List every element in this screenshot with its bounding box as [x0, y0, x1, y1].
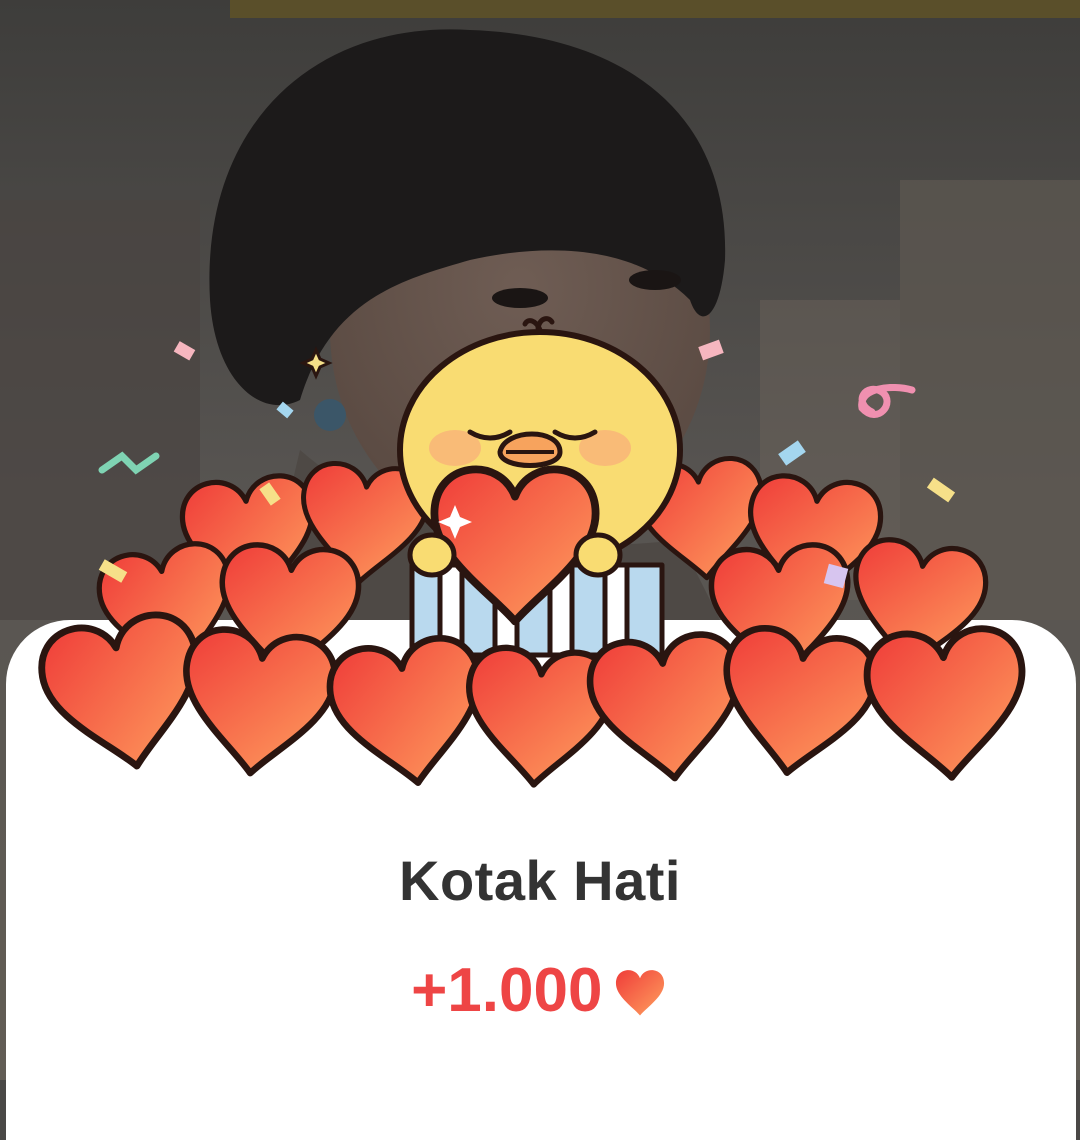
reward-amount: +1.000	[411, 956, 603, 1025]
popup-title: Kotak Hati	[399, 849, 681, 912]
reward-row: +1.000	[0, 955, 1080, 1026]
heart-icon	[615, 969, 664, 1015]
